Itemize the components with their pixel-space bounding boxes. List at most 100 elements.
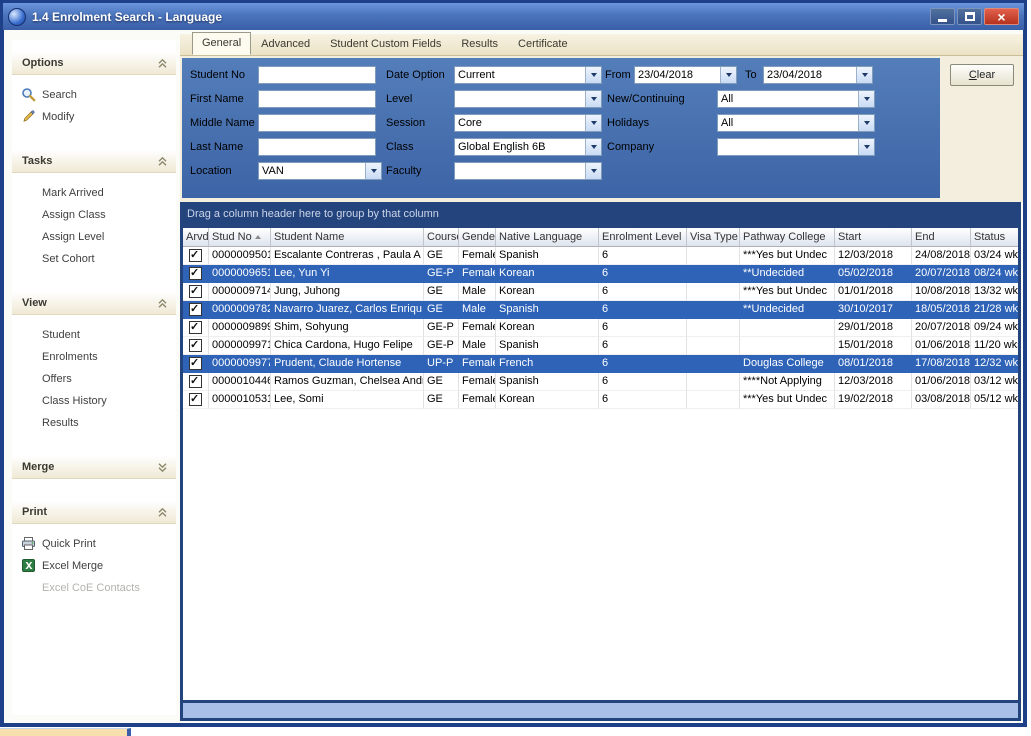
sidebar-item-label: Class History (42, 395, 107, 407)
sidebar-item-enrolments[interactable]: Enrolments (12, 346, 176, 368)
grid-horizontal-scrollbar[interactable] (183, 703, 1018, 718)
session-combo[interactable]: Core (454, 114, 602, 132)
column-header-end[interactable]: End (912, 228, 971, 247)
first-name-input[interactable] (258, 90, 376, 108)
sidebar-item-student[interactable]: Student (12, 324, 176, 346)
grid-row[interactable]: 0000009714Jung, JuhongGEMaleKorean6***Ye… (183, 283, 1018, 301)
section-title: Merge (22, 461, 54, 473)
column-header-pathway-college[interactable]: Pathway College (740, 228, 835, 247)
sidebar-item-class-history[interactable]: Class History (12, 390, 176, 412)
from-date-picker[interactable]: 23/04/2018 (634, 66, 737, 84)
sidebar-item-excel-merge[interactable]: Excel Merge (12, 555, 176, 577)
column-header-enrolment-level[interactable]: Enrolment Level (599, 228, 687, 247)
sidebar-item-mark-arrived[interactable]: Mark Arrived (12, 182, 176, 204)
title-bar[interactable]: 1.4 Enrolment Search - Language × (3, 3, 1024, 30)
sidebar-item-set-cohort[interactable]: Set Cohort (12, 248, 176, 270)
grid-row[interactable]: 0000009977Prudent, Claude HortenseUP-PFe… (183, 355, 1018, 373)
column-header-gender[interactable]: Gender (459, 228, 496, 247)
grid-row[interactable]: 0000009651Lee, Yun YiGE-PFemaleKorean6**… (183, 265, 1018, 283)
grid-row[interactable]: 0000009899Shim, SohyungGE-PFemaleKorean6… (183, 319, 1018, 337)
cell-visa-type (687, 373, 740, 391)
sidebar-item-search[interactable]: Search (12, 84, 176, 106)
cell-gender: Male (459, 337, 496, 355)
date-option-combo[interactable]: Current (454, 66, 602, 84)
clear-button-label: Clear (951, 69, 1013, 81)
general-tab-page: Student No First Name Middle Name Last N… (180, 56, 1023, 202)
grid-row[interactable]: 0000009501Escalante Contreras , Paula AG… (183, 247, 1018, 265)
arrived-checkbox[interactable] (189, 339, 202, 352)
sidebar-item-offers[interactable]: Offers (12, 368, 176, 390)
section-header-options[interactable]: Options (12, 52, 176, 75)
tab-certificate[interactable]: Certificate (508, 34, 578, 55)
faculty-combo[interactable] (454, 162, 602, 180)
section-header-view[interactable]: View (12, 292, 176, 315)
holidays-combo[interactable]: All (717, 114, 875, 132)
company-combo[interactable] (717, 138, 875, 156)
grid-row[interactable]: 0000009971Chica Cardona, Hugo FelipeGE-P… (183, 337, 1018, 355)
to-date-picker[interactable]: 23/04/2018 (763, 66, 873, 84)
level-combo[interactable] (454, 90, 602, 108)
cell-student-name: Ramos Guzman, Chelsea Andr (271, 373, 424, 391)
sidebar-item-label: Assign Class (42, 209, 106, 221)
section-header-merge[interactable]: Merge (12, 456, 176, 479)
cell-gender: Female (459, 265, 496, 283)
cell-status: 13/32 wks (971, 283, 1018, 301)
grid-row[interactable]: 0000010531Lee, SomiGEFemaleKorean6***Yes… (183, 391, 1018, 409)
background-window-fragment (0, 728, 131, 736)
grid-row[interactable]: 0000009782Navarro Juarez, Carlos EnriquG… (183, 301, 1018, 319)
tab-student-custom-fields[interactable]: Student Custom Fields (320, 34, 451, 55)
arrived-checkbox[interactable] (189, 267, 202, 280)
cell-arvd (183, 337, 209, 355)
cell-stud-no: 0000009782 (209, 301, 271, 319)
sidebar-item-modify[interactable]: Modify (12, 106, 176, 128)
column-header-status[interactable]: Status (971, 228, 1018, 247)
arrived-checkbox[interactable] (189, 375, 202, 388)
arrived-checkbox[interactable] (189, 321, 202, 334)
last-name-input[interactable] (258, 138, 376, 156)
column-header-visa-type[interactable]: Visa Type (687, 228, 740, 247)
sidebar-item-quick-print[interactable]: Quick Print (12, 533, 176, 555)
chevron-up-icon (157, 298, 168, 309)
column-header-native-language[interactable]: Native Language (496, 228, 599, 247)
sidebar-item-label: Mark Arrived (42, 187, 104, 199)
minimize-button[interactable] (930, 8, 955, 25)
location-combo[interactable]: VAN (258, 162, 382, 180)
arrived-checkbox[interactable] (189, 285, 202, 298)
cell-pathway-college: **Undecided (740, 265, 835, 283)
section-header-tasks[interactable]: Tasks (12, 150, 176, 173)
chevron-down-icon (157, 462, 168, 473)
column-header-stud-no[interactable]: Stud No (209, 228, 271, 247)
new-continuing-combo[interactable]: All (717, 90, 875, 108)
student-no-input[interactable] (258, 66, 376, 84)
sidebar-item-label: Set Cohort (42, 253, 95, 265)
column-header-arvd[interactable]: Arvd (183, 228, 209, 247)
clear-button[interactable]: Clear (950, 64, 1014, 86)
close-button[interactable]: × (984, 8, 1019, 25)
cell-student-name: Chica Cardona, Hugo Felipe (271, 337, 424, 355)
grid-row[interactable]: 0000010446Ramos Guzman, Chelsea AndrGEFe… (183, 373, 1018, 391)
column-header-start[interactable]: Start (835, 228, 912, 247)
tab-advanced[interactable]: Advanced (251, 34, 320, 55)
sidebar-item-label: Search (42, 89, 77, 101)
cell-enrolment-level: 6 (599, 301, 687, 319)
arrived-checkbox[interactable] (189, 393, 202, 406)
tab-results[interactable]: Results (451, 34, 508, 55)
column-header-student-name[interactable]: Student Name (271, 228, 424, 247)
group-by-bar[interactable]: Drag a column header here to group by th… (180, 202, 1021, 227)
tab-general[interactable]: General (192, 32, 251, 55)
cell-student-name: Shim, Sohyung (271, 319, 424, 337)
arrived-checkbox[interactable] (189, 249, 202, 262)
arrived-checkbox[interactable] (189, 357, 202, 370)
arrived-checkbox[interactable] (189, 303, 202, 316)
column-header-course[interactable]: Course (424, 228, 459, 247)
sidebar-item-assign-level[interactable]: Assign Level (12, 226, 176, 248)
sidebar-item-assign-class[interactable]: Assign Class (12, 204, 176, 226)
class-combo[interactable]: Global English 6B (454, 138, 602, 156)
maximize-button[interactable] (957, 8, 982, 25)
cell-status: 21/28 wks (971, 301, 1018, 319)
cell-gender: Female (459, 319, 496, 337)
cell-status: 08/24 wks (971, 265, 1018, 283)
sidebar-item-results[interactable]: Results (12, 412, 176, 434)
section-header-print[interactable]: Print (12, 501, 176, 524)
middle-name-input[interactable] (258, 114, 376, 132)
